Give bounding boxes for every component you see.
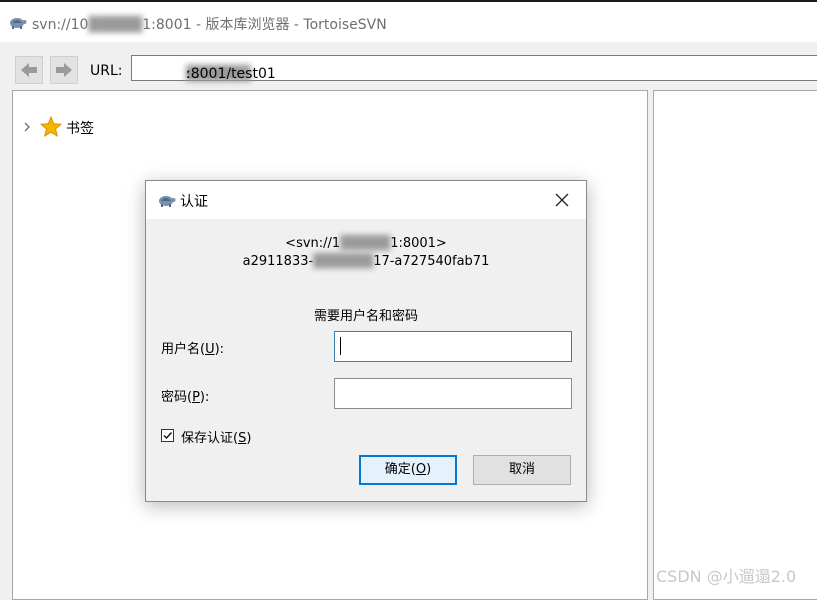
auth-prompt: 需要用户名和密码 (313, 309, 418, 324)
repo-line2-redacted: ██████ (313, 254, 374, 269)
toolbar: URL: svn://██████:8001/test01 (0, 52, 817, 86)
text-caret (340, 337, 341, 355)
window-titlebar: svn://10█████1:8001 - 版本库浏览器 - TortoiseS… (0, 0, 817, 42)
password-label-post: ): (199, 390, 210, 405)
url-input[interactable]: svn://██████:8001/test01 (131, 55, 817, 82)
arrow-left-icon (21, 63, 37, 77)
dialog-titlebar: 认证 (146, 181, 586, 219)
repository-uuid: a2911833-██████17-a727540fab71 (146, 254, 586, 269)
tortoise-icon (10, 18, 27, 29)
password-input[interactable] (334, 378, 572, 409)
dialog-title: 认证 (180, 194, 208, 210)
cancel-button[interactable]: 取消 (473, 455, 571, 485)
window-title: svn://10█████1:8001 - 版本库浏览器 - TortoiseS… (32, 14, 387, 34)
watermark: CSDN @小遛遢2.0 (656, 567, 797, 586)
ok-label-key: O (415, 462, 427, 477)
repository-url: <svn://1█████1:8001> (146, 236, 586, 251)
repo-line2-suffix: 17-a727540fab71 (373, 254, 490, 269)
ok-button[interactable]: 确定(O) (359, 455, 457, 485)
password-label-key: P (192, 390, 200, 405)
chevron-right-icon[interactable] (23, 122, 31, 132)
auth-dialog: 认证 <svn://1█████1:8001> a2911833-██████1… (145, 180, 587, 502)
ok-label-post: ) (426, 462, 432, 477)
username-label-pre: 用户名( (161, 342, 206, 357)
repository-list-pane[interactable] (653, 90, 817, 600)
star-icon (40, 116, 62, 137)
username-label: 用户名(U): (161, 338, 224, 357)
tortoise-icon (159, 196, 176, 207)
forward-button[interactable] (50, 56, 78, 84)
repo-line1-prefix: <svn://1 (285, 236, 341, 251)
window-title-redacted: █████ (88, 17, 143, 33)
save-label-pre: 保存认证( (181, 431, 239, 446)
window-title-suffix: 1:8001 - 版本库浏览器 - TortoiseSVN (142, 17, 387, 33)
repo-line1-redacted: █████ (340, 236, 391, 251)
save-auth-checkbox[interactable] (161, 429, 174, 442)
arrow-right-icon (56, 63, 72, 77)
ok-label-pre: 确定( (384, 462, 416, 477)
username-label-key: U (205, 342, 215, 357)
save-auth-label[interactable]: 保存认证(S) (181, 427, 251, 446)
url-label: URL: (90, 63, 123, 79)
save-label-post: ) (246, 431, 252, 446)
username-input[interactable] (334, 331, 572, 362)
username-label-post: ): (214, 342, 225, 357)
repo-line2-prefix: a2911833- (242, 254, 314, 269)
password-label-pre: 密码( (161, 390, 193, 405)
url-suffix: :8001/test01 (186, 66, 276, 82)
checkmark-icon (163, 432, 173, 440)
tree-item-label: 书签 (66, 121, 94, 137)
repo-line1-suffix: 1:8001> (390, 236, 447, 251)
close-icon[interactable] (550, 189, 574, 211)
back-button[interactable] (15, 56, 43, 84)
window-title-prefix: svn://10 (32, 17, 89, 33)
password-label: 密码(P): (161, 386, 209, 405)
